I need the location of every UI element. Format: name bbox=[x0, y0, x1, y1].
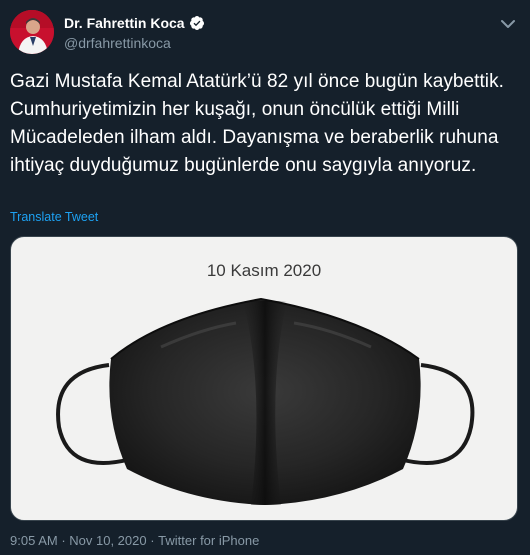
tweet-time[interactable]: 9:05 AM bbox=[10, 533, 58, 548]
avatar[interactable] bbox=[10, 10, 54, 54]
name-row: Dr. Fahrettin Koca bbox=[64, 15, 205, 31]
tweet-meta: 9:05 AM · Nov 10, 2020 · Twitter for iPh… bbox=[10, 533, 259, 548]
tweet-text: Gazi Mustafa Kemal Atatürk’ü 82 yıl önce… bbox=[10, 71, 504, 176]
user-handle[interactable]: @drfahrettinkoca bbox=[64, 35, 171, 51]
translate-tweet-link[interactable]: Translate Tweet bbox=[10, 210, 98, 224]
tweet-header: Dr. Fahrettin Koca @drfahrettinkoca bbox=[10, 8, 520, 56]
tweet-image[interactable]: 10 Kasım 2020 bbox=[10, 236, 518, 521]
tweet-date[interactable]: Nov 10, 2020 bbox=[69, 533, 146, 548]
tweet-source[interactable]: Twitter for iPhone bbox=[158, 533, 259, 548]
meta-separator: · bbox=[57, 533, 70, 548]
verified-badge-icon bbox=[189, 16, 204, 30]
meta-separator: · bbox=[146, 533, 159, 548]
display-name[interactable]: Dr. Fahrettin Koca bbox=[64, 15, 185, 31]
image-caption: 10 Kasım 2020 bbox=[206, 261, 322, 280]
chevron-down-icon[interactable] bbox=[496, 14, 520, 34]
